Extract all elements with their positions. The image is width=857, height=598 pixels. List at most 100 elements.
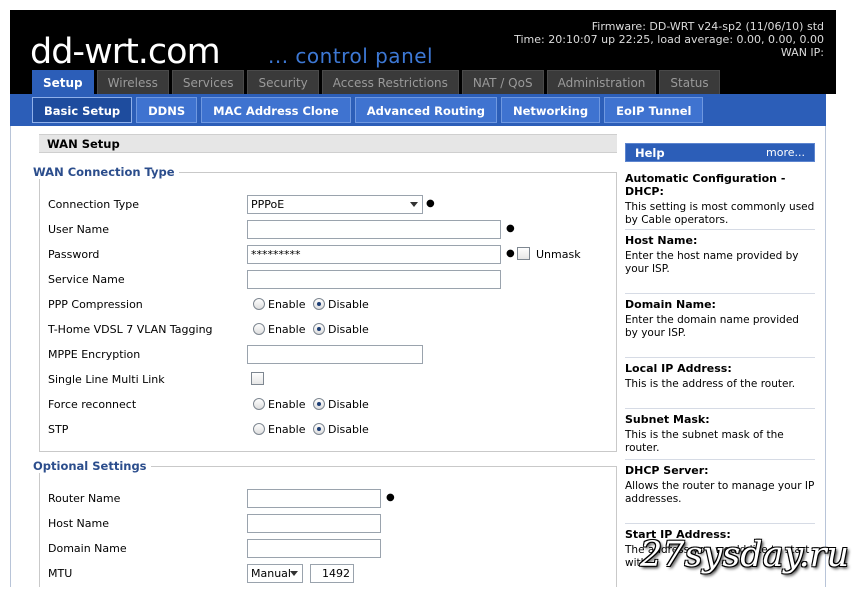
force-reconnect-enable-radio[interactable] xyxy=(253,398,265,410)
help-header: Help more... xyxy=(625,143,815,162)
subtab-eoip-tunnel[interactable]: EoIP Tunnel xyxy=(604,97,704,123)
subtab-networking[interactable]: Networking xyxy=(500,97,601,123)
enable-label: Enable xyxy=(268,398,306,411)
help-item-title: Automatic Configuration - DHCP: xyxy=(625,172,786,198)
row-user-name: User Name ● xyxy=(48,220,608,240)
row-router-name: Router Name ● xyxy=(48,489,608,509)
host-name-input[interactable] xyxy=(247,514,381,533)
help-item-title: Host Name: xyxy=(625,234,698,247)
section-title-wan-setup: WAN Setup xyxy=(39,134,617,153)
force-reconnect-disable-radio[interactable] xyxy=(313,398,325,410)
unmask-checkbox[interactable] xyxy=(517,247,530,260)
router-name-label: Router Name xyxy=(48,492,121,505)
help-item: Domain Name: Enter the domain name provi… xyxy=(625,293,815,340)
help-item-title: Domain Name: xyxy=(625,298,716,311)
service-name-input[interactable] xyxy=(247,270,501,289)
enable-label: Enable xyxy=(268,423,306,436)
required-marker: ● xyxy=(506,223,515,234)
password-input[interactable]: ********* xyxy=(247,245,501,264)
user-name-label: User Name xyxy=(48,223,110,236)
row-host-name: Host Name xyxy=(48,514,608,534)
help-item: Subnet Mask: This is the subnet mask of … xyxy=(625,408,815,455)
row-password: Password ********* ● Unmask xyxy=(48,245,608,265)
site-watermark: 27sysday.ru xyxy=(640,535,850,575)
sub-tabs: Basic Setup DDNS MAC Address Clone Advan… xyxy=(32,97,707,123)
required-marker: ● xyxy=(386,492,395,503)
row-mtu: MTU Manual 1492 xyxy=(48,564,608,584)
user-name-input[interactable] xyxy=(247,220,501,239)
single-line-multi-link-checkbox[interactable] xyxy=(251,372,264,385)
help-item-title: Subnet Mask: xyxy=(625,413,710,426)
help-item-title: Local IP Address: xyxy=(625,362,732,375)
help-title: Help xyxy=(635,146,665,160)
stp-disable-radio[interactable] xyxy=(313,423,325,435)
mppe-encryption-input[interactable] xyxy=(247,345,423,364)
chevron-down-icon xyxy=(410,202,418,207)
tab-access-restrictions[interactable]: Access Restrictions xyxy=(321,70,459,94)
subtab-ddns[interactable]: DDNS xyxy=(136,97,198,123)
row-stp: STP Enable Disable xyxy=(48,420,608,440)
wan-ip-text: WAN IP: xyxy=(780,46,824,59)
help-item-text: This is the subnet mask of the router. xyxy=(625,429,784,454)
row-service-name: Service Name xyxy=(48,270,608,290)
vlan-tagging-disable-radio[interactable] xyxy=(313,323,325,335)
help-item: DHCP Server: Allows the router to manage… xyxy=(625,459,815,506)
service-name-label: Service Name xyxy=(48,273,125,286)
vlan-tagging-enable-radio[interactable] xyxy=(253,323,265,335)
tab-security[interactable]: Security xyxy=(247,70,319,94)
help-item-text: This setting is most commonly used by Ca… xyxy=(625,201,815,226)
dd-wrt-logo[interactable]: dd-wrt.com xyxy=(30,32,221,72)
domain-name-input[interactable] xyxy=(247,539,381,558)
tab-administration[interactable]: Administration xyxy=(546,70,657,94)
connection-type-select[interactable]: PPPoE xyxy=(247,195,423,214)
single-line-multi-link-label: Single Line Multi Link xyxy=(48,373,165,386)
mtu-mode-select[interactable]: Manual xyxy=(247,564,303,583)
unmask-label: Unmask xyxy=(536,248,581,261)
help-item: Local IP Address: This is the address of… xyxy=(625,357,815,391)
subtab-basic-setup[interactable]: Basic Setup xyxy=(32,97,133,123)
sub-tab-bar: Basic Setup DDNS MAC Address Clone Advan… xyxy=(10,94,826,126)
router-name-input[interactable] xyxy=(247,489,381,508)
connection-type-value: PPPoE xyxy=(251,198,285,211)
mtu-mode-value: Manual xyxy=(251,567,291,580)
row-domain-name: Domain Name xyxy=(48,539,608,559)
mtu-label: MTU xyxy=(48,567,73,580)
subtab-mac-address-clone[interactable]: MAC Address Clone xyxy=(201,97,351,123)
wan-connection-type-group: WAN Connection Type Connection Type PPPo… xyxy=(33,165,617,452)
password-label: Password xyxy=(48,248,100,261)
main-tabs: Setup Wireless Services Security Access … xyxy=(32,70,723,94)
ppp-compression-enable-radio[interactable] xyxy=(253,298,265,310)
ppp-compression-label: PPP Compression xyxy=(48,298,143,311)
row-force-reconnect: Force reconnect Enable Disable xyxy=(48,395,608,415)
subtab-advanced-routing[interactable]: Advanced Routing xyxy=(354,97,497,123)
disable-label: Disable xyxy=(328,423,369,436)
router-control-panel: dd-wrt.com ... control panel Firmware: D… xyxy=(10,10,836,587)
vlan-tagging-label: T-Home VDSL 7 VLAN Tagging xyxy=(48,323,213,336)
ppp-compression-disable-radio[interactable] xyxy=(313,298,325,310)
chevron-down-icon xyxy=(290,571,298,576)
help-item-text: Enter the domain name provided by your I… xyxy=(625,314,799,339)
host-name-label: Host Name xyxy=(48,517,109,530)
row-connection-type: Connection Type PPPoE ● xyxy=(48,195,608,215)
content-area: WAN Setup WAN Connection Type Connection… xyxy=(10,126,826,587)
header: dd-wrt.com ... control panel Firmware: D… xyxy=(10,10,836,94)
help-more-link[interactable]: more... xyxy=(766,146,805,159)
tab-services[interactable]: Services xyxy=(171,70,245,94)
stp-label: STP xyxy=(48,423,69,436)
help-item: Automatic Configuration - DHCP: This set… xyxy=(625,168,815,227)
help-item: Host Name: Enter the host name provided … xyxy=(625,229,815,276)
settings-column: WAN Setup WAN Connection Type Connection… xyxy=(11,126,619,587)
tab-wireless[interactable]: Wireless xyxy=(96,70,169,94)
required-marker: ● xyxy=(426,198,435,209)
control-panel-tagline: ... control panel xyxy=(268,44,434,68)
firmware-version: Firmware: DD-WRT v24-sp2 (11/06/10) std xyxy=(591,20,824,33)
stp-enable-radio[interactable] xyxy=(253,423,265,435)
tab-nat-qos[interactable]: NAT / QoS xyxy=(461,70,544,94)
tab-status[interactable]: Status xyxy=(659,70,720,94)
mtu-value-input[interactable]: 1492 xyxy=(310,564,354,583)
help-item-title: DHCP Server: xyxy=(625,464,709,477)
row-single-line-multi-link: Single Line Multi Link xyxy=(48,370,608,390)
router-status-info: Firmware: DD-WRT v24-sp2 (11/06/10) std … xyxy=(514,20,824,59)
tab-setup[interactable]: Setup xyxy=(32,70,94,94)
help-item-text: Allows the router to manage your IP addr… xyxy=(625,480,815,505)
